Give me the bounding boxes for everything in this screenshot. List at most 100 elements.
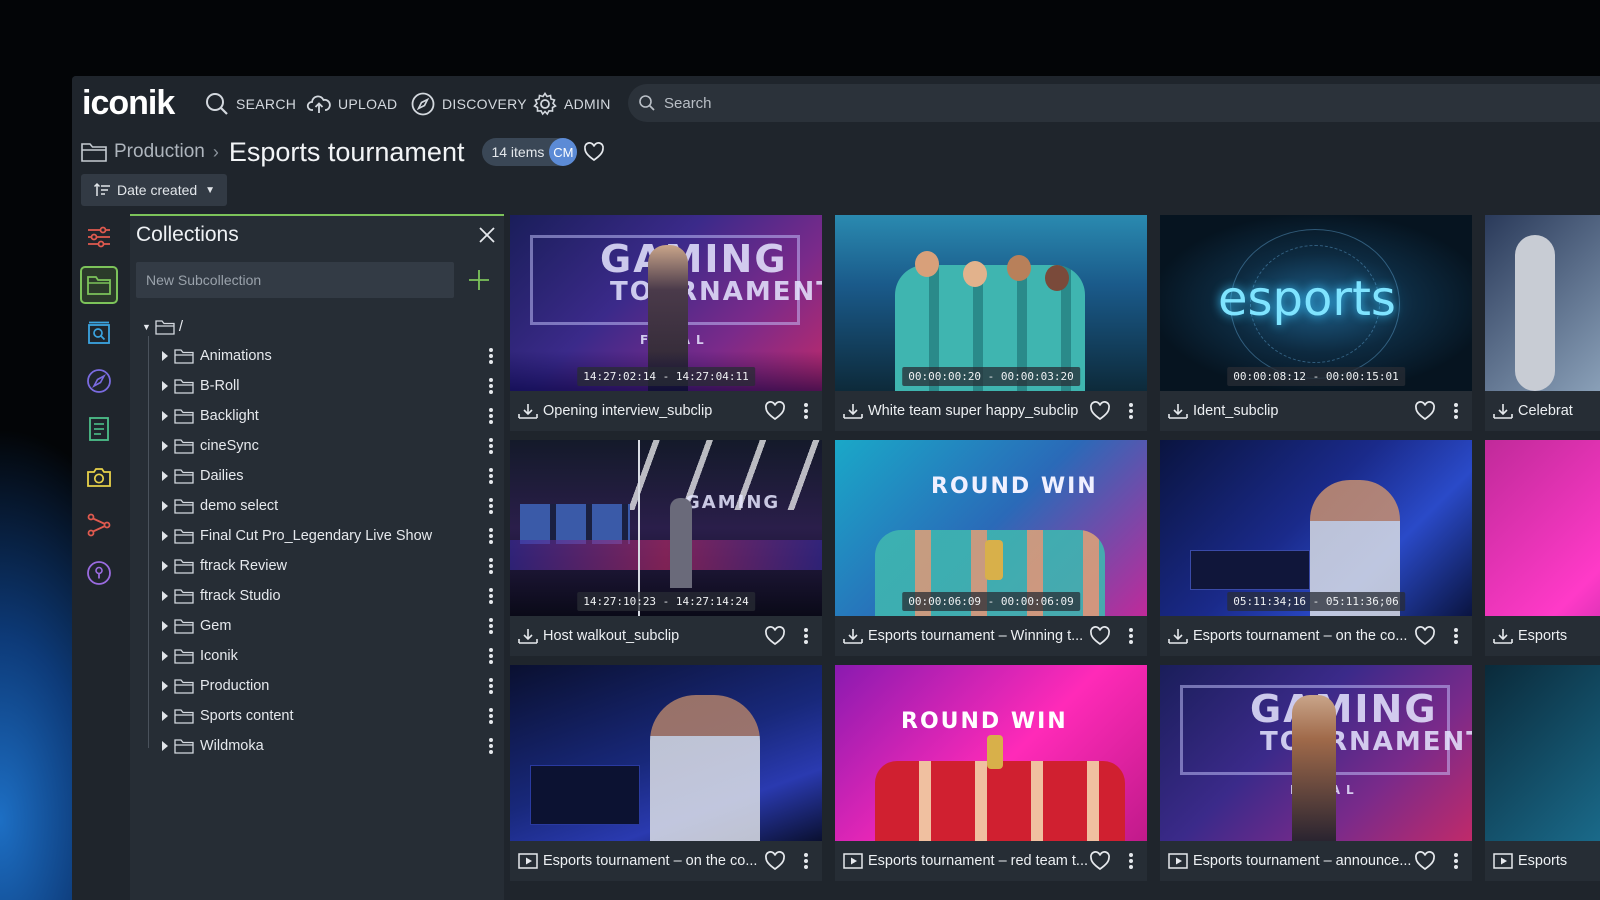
rail-capture-button[interactable] bbox=[80, 458, 118, 496]
asset-thumbnail[interactable]: GAMING 14:27:10:23 - 14:27:14:24 bbox=[510, 440, 822, 616]
heart-icon[interactable] bbox=[764, 626, 786, 646]
nav-search[interactable]: SEARCH bbox=[204, 90, 296, 118]
collection-folder-item[interactable]: Wildmoka bbox=[160, 732, 490, 760]
more-vertical-icon[interactable] bbox=[488, 616, 494, 636]
asset-card[interactable]: ROUND WIN Esports tournament – red team … bbox=[835, 665, 1147, 881]
asset-thumbnail[interactable] bbox=[510, 665, 822, 841]
heart-icon[interactable] bbox=[1089, 401, 1111, 421]
asset-card[interactable]: GAMING TOURNAMENT FINAL 14:27:02:14 - 14… bbox=[510, 215, 822, 431]
asset-thumbnail[interactable]: ROUND WIN bbox=[835, 665, 1147, 841]
asset-card[interactable]: 00 Esports bbox=[1485, 440, 1600, 656]
asset-title[interactable]: Esports tournament – on the co... bbox=[1193, 628, 1415, 644]
asset-card[interactable]: ROUND WIN 00:00:06:09 - 00:00:06:09 Espo… bbox=[835, 440, 1147, 656]
tree-root[interactable]: ▼ / bbox=[142, 318, 183, 335]
asset-card[interactable]: 00 Celebrat bbox=[1485, 215, 1600, 431]
more-vertical-icon[interactable] bbox=[488, 646, 494, 666]
collection-folder-item[interactable]: Gem bbox=[160, 612, 490, 640]
collection-folder-item[interactable]: Dailies bbox=[160, 462, 490, 490]
more-vertical-icon[interactable] bbox=[488, 676, 494, 696]
asset-card[interactable]: 05:11:34;16 - 05:11:36;06 Esports tourna… bbox=[1160, 440, 1472, 656]
heart-icon[interactable] bbox=[1414, 851, 1436, 871]
rail-workflows-button[interactable] bbox=[80, 506, 118, 544]
new-subcollection-input[interactable] bbox=[136, 262, 454, 298]
caret-right-icon[interactable] bbox=[162, 411, 168, 421]
nav-upload[interactable]: UPLOAD bbox=[306, 90, 397, 118]
caret-right-icon[interactable] bbox=[162, 741, 168, 751]
collection-folder-item[interactable]: Production bbox=[160, 672, 490, 700]
asset-title[interactable]: Esports tournament – announce... bbox=[1193, 853, 1415, 869]
nav-discovery[interactable]: DISCOVERY bbox=[410, 90, 527, 118]
asset-card[interactable]: Esports tournament – on the co... bbox=[510, 665, 822, 881]
plus-icon[interactable] bbox=[466, 267, 492, 293]
asset-title[interactable]: Celebrat bbox=[1518, 403, 1600, 419]
asset-title[interactable]: Esports bbox=[1518, 628, 1600, 644]
caret-right-icon[interactable] bbox=[162, 351, 168, 361]
more-vertical-icon[interactable] bbox=[1128, 626, 1134, 646]
caret-right-icon[interactable] bbox=[162, 531, 168, 541]
rail-metadata-button[interactable] bbox=[80, 410, 118, 448]
caret-right-icon[interactable] bbox=[162, 711, 168, 721]
more-vertical-icon[interactable] bbox=[488, 406, 494, 426]
rail-discovery-button[interactable] bbox=[80, 362, 118, 400]
asset-title[interactable]: Host walkout_subclip bbox=[543, 628, 765, 644]
more-vertical-icon[interactable] bbox=[1453, 626, 1459, 646]
heart-icon[interactable] bbox=[1089, 851, 1111, 871]
more-vertical-icon[interactable] bbox=[803, 626, 809, 646]
iconik-logo[interactable]: iconik bbox=[82, 84, 175, 123]
asset-card[interactable]: 00:00:00:20 - 00:00:03:20 White team sup… bbox=[835, 215, 1147, 431]
more-vertical-icon[interactable] bbox=[1128, 401, 1134, 421]
asset-title[interactable]: Esports tournament – Winning t... bbox=[868, 628, 1090, 644]
heart-icon[interactable] bbox=[764, 401, 786, 421]
heart-icon[interactable] bbox=[1414, 401, 1436, 421]
heart-icon[interactable] bbox=[1414, 626, 1436, 646]
asset-thumbnail[interactable]: ROUND WIN 00:00:06:09 - 00:00:06:09 bbox=[835, 440, 1147, 616]
more-vertical-icon[interactable] bbox=[1453, 401, 1459, 421]
asset-title[interactable]: White team super happy_subclip bbox=[868, 403, 1090, 419]
caret-right-icon[interactable] bbox=[162, 471, 168, 481]
rail-security-button[interactable] bbox=[80, 554, 118, 592]
caret-right-icon[interactable] bbox=[162, 621, 168, 631]
asset-thumbnail[interactable] bbox=[1485, 665, 1600, 841]
collection-folder-item[interactable]: demo select bbox=[160, 492, 490, 520]
rail-collections-button[interactable] bbox=[80, 266, 118, 304]
asset-card[interactable]: Esports bbox=[1485, 665, 1600, 881]
collection-folder-item[interactable]: ftrack Studio bbox=[160, 582, 490, 610]
nav-admin[interactable]: ADMIN bbox=[532, 90, 611, 118]
collection-folder-item[interactable]: B-Roll bbox=[160, 372, 490, 400]
heart-icon[interactable] bbox=[1089, 626, 1111, 646]
rail-saved-search-button[interactable] bbox=[80, 314, 118, 352]
heart-icon[interactable] bbox=[583, 141, 605, 163]
asset-thumbnail[interactable]: GAMING TOURNAMENT FINAL 14:27:02:14 - 14… bbox=[510, 215, 822, 391]
asset-title[interactable]: Ident_subclip bbox=[1193, 403, 1415, 419]
heart-icon[interactable] bbox=[764, 851, 786, 871]
asset-title[interactable]: Esports tournament – on the co... bbox=[543, 853, 765, 869]
caret-right-icon[interactable] bbox=[162, 381, 168, 391]
asset-thumbnail[interactable]: esports 00:00:08:12 - 00:00:15:01 bbox=[1160, 215, 1472, 391]
asset-thumbnail[interactable]: 00 bbox=[1485, 215, 1600, 391]
asset-card[interactable]: GAMING TOURNAMENT FINAL Esports tourname… bbox=[1160, 665, 1472, 881]
sort-dropdown[interactable]: Date created ▼ bbox=[81, 174, 227, 206]
more-vertical-icon[interactable] bbox=[488, 466, 494, 486]
more-vertical-icon[interactable] bbox=[488, 436, 494, 456]
collection-folder-item[interactable]: cineSync bbox=[160, 432, 490, 460]
asset-thumbnail[interactable]: GAMING TOURNAMENT FINAL bbox=[1160, 665, 1472, 841]
collection-folder-item[interactable]: Iconik bbox=[160, 642, 490, 670]
caret-right-icon[interactable] bbox=[162, 501, 168, 511]
more-vertical-icon[interactable] bbox=[803, 401, 809, 421]
breadcrumb-parent-link[interactable]: Production bbox=[114, 141, 205, 163]
more-vertical-icon[interactable] bbox=[488, 706, 494, 726]
collection-folder-item[interactable]: Final Cut Pro_Legendary Live Show bbox=[160, 522, 490, 550]
global-search-input[interactable] bbox=[664, 94, 1264, 112]
caret-right-icon[interactable] bbox=[162, 561, 168, 571]
caret-right-icon[interactable] bbox=[162, 591, 168, 601]
owner-avatar[interactable]: CM bbox=[549, 138, 578, 166]
collection-folder-item[interactable]: Sports content bbox=[160, 702, 490, 730]
more-vertical-icon[interactable] bbox=[488, 496, 494, 516]
more-vertical-icon[interactable] bbox=[1453, 851, 1459, 871]
more-vertical-icon[interactable] bbox=[488, 346, 494, 366]
more-vertical-icon[interactable] bbox=[488, 586, 494, 606]
more-vertical-icon[interactable] bbox=[488, 736, 494, 756]
asset-title[interactable]: Opening interview_subclip bbox=[543, 403, 765, 419]
asset-thumbnail[interactable]: 00:00:00:20 - 00:00:03:20 bbox=[835, 215, 1147, 391]
asset-title[interactable]: Esports tournament – red team t... bbox=[868, 853, 1090, 869]
